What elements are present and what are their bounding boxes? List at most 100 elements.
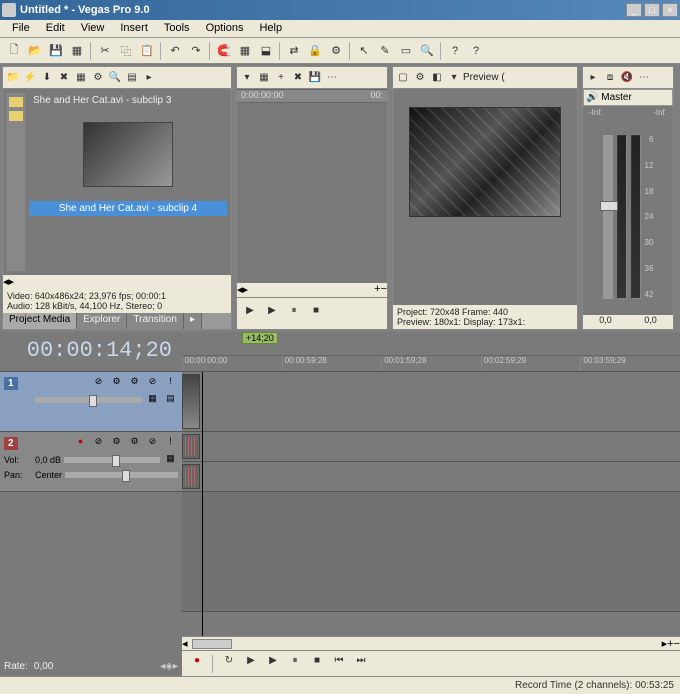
trimmer-area[interactable] (237, 103, 387, 271)
stop-button[interactable]: ■ (308, 655, 326, 673)
open-button[interactable]: 📂 (25, 41, 45, 61)
solo-button[interactable]: ! (163, 376, 178, 390)
play-button[interactable]: ▶ (241, 305, 259, 323)
scrollbar-thumb[interactable] (192, 639, 232, 649)
media-item[interactable] (29, 116, 227, 193)
bypass-fx-button[interactable]: ⊘ (91, 376, 106, 390)
go-end-button[interactable]: ⏭ (352, 655, 370, 673)
new-button[interactable]: 🗋 (4, 41, 24, 61)
copy-button[interactable]: ⿻ (116, 41, 136, 61)
normal-edit-button[interactable]: ↖ (354, 41, 374, 61)
menu-file[interactable]: File (4, 20, 38, 37)
folder-icon[interactable] (9, 97, 23, 107)
zoom-button[interactable]: 🔍 (417, 41, 437, 61)
undo-button[interactable]: ↶ (165, 41, 185, 61)
level-slider[interactable] (35, 397, 142, 403)
redo-button[interactable]: ↷ (186, 41, 206, 61)
stop-button[interactable]: ■ (307, 305, 325, 323)
video-clip[interactable] (182, 374, 200, 429)
mixer-downmix-button[interactable]: ⧈ (602, 70, 618, 86)
scroll-left-button[interactable]: ◂ (182, 637, 188, 650)
search-button[interactable]: 🔍 (107, 70, 123, 86)
views-button[interactable]: ▤ (124, 70, 140, 86)
arm-record-button[interactable]: ● (73, 436, 88, 450)
record-button[interactable]: ● (188, 655, 206, 673)
trimmer-select-button[interactable]: ▾ (239, 70, 255, 86)
cut-button[interactable]: ✂ (95, 41, 115, 61)
track-fx-button[interactable]: ⚙ (109, 436, 124, 450)
pause-button[interactable]: ⏸ (286, 655, 304, 673)
track-fx-button[interactable]: ⚙ (109, 376, 124, 390)
ripple-button[interactable]: ⇄ (284, 41, 304, 61)
audio-clip[interactable] (182, 434, 200, 459)
tab-scroll-button[interactable]: ▸ (184, 313, 202, 329)
folder-icon[interactable] (9, 111, 23, 121)
menu-tools[interactable]: Tools (156, 20, 198, 37)
automation-button[interactable]: ⚙ (127, 436, 142, 450)
maximize-button[interactable]: □ (644, 3, 660, 17)
play-start-button[interactable]: ▶ (242, 655, 260, 673)
media-item[interactable]: She and Her Cat.avi - subclip 3 (29, 93, 227, 108)
get-media-button[interactable]: ⬇ (39, 70, 55, 86)
lock-button[interactable]: 🔒 (305, 41, 325, 61)
mute-button[interactable]: ⊘ (145, 436, 160, 450)
close-button[interactable]: × (662, 3, 678, 17)
menu-edit[interactable]: Edit (38, 20, 73, 37)
menu-help[interactable]: Help (251, 20, 290, 37)
preview-external-button[interactable]: ▢ (395, 70, 411, 86)
timeline-empty-area[interactable] (182, 492, 680, 612)
marker-button[interactable]: ⬓ (256, 41, 276, 61)
menu-insert[interactable]: Insert (112, 20, 156, 37)
media-item-selected[interactable]: She and Her Cat.avi - subclip 4 (29, 201, 227, 216)
timeline-tracks[interactable] (182, 372, 680, 636)
timeline-track-video[interactable] (182, 372, 680, 432)
more-button[interactable]: ▸ (141, 70, 157, 86)
tab-explorer[interactable]: Explorer (77, 313, 127, 329)
phase-button[interactable]: ▦ (163, 453, 178, 467)
scroll-right-button[interactable]: ▸ (9, 275, 15, 289)
trimmer-more-button[interactable]: ⋯ (324, 70, 340, 86)
mixer-dim-button[interactable]: 🔇 (619, 70, 635, 86)
minimize-button[interactable]: _ (626, 3, 642, 17)
help-button[interactable]: ? (445, 41, 465, 61)
trimmer-save-button[interactable]: 💾 (307, 70, 323, 86)
trimmer-remove-button[interactable]: ✖ (290, 70, 306, 86)
remove-button[interactable]: ✖ (56, 70, 72, 86)
track-header-audio[interactable]: 2 ● ⊘ ⚙ ⚙ ⊘ ! Vol: 0,0 dB ▦ Pan: Center (0, 432, 182, 492)
capture-button[interactable]: ⚡ (22, 70, 38, 86)
vol-slider[interactable] (64, 457, 160, 463)
timeline-track-audio[interactable] (182, 462, 680, 492)
mute-button[interactable]: ⊘ (145, 376, 160, 390)
trimmer-scrollbar[interactable]: ◂ ▸ + − (237, 283, 387, 297)
automation-button[interactable]: ⚙ (127, 376, 142, 390)
about-button[interactable]: ? (466, 41, 486, 61)
track-header-video[interactable]: 1 ⊘ ⚙ ⚙ ⊘ ! ▦ ▤ (0, 372, 182, 432)
scrub-control[interactable]: ◂◈▸ (160, 661, 178, 672)
save-button[interactable]: 💾 (46, 41, 66, 61)
preview-quality-button[interactable]: ▾ (446, 70, 462, 86)
horizontal-scrollbar[interactable]: ◂ ▸ (3, 275, 231, 289)
parent-button[interactable]: ▤ (163, 393, 178, 407)
properties-button[interactable]: ▦ (73, 70, 89, 86)
pan-slider[interactable] (65, 472, 178, 478)
zoom-out-button[interactable]: − (381, 283, 387, 297)
menu-options[interactable]: Options (198, 20, 252, 37)
snap-button[interactable]: 🧲 (214, 41, 234, 61)
tab-transitions[interactable]: Transition (127, 313, 184, 329)
snap-grid-button[interactable]: ▦ (235, 41, 255, 61)
import-button[interactable]: 📁 (5, 70, 21, 86)
menu-view[interactable]: View (73, 20, 113, 37)
preview-fx-button[interactable]: ⚙ (412, 70, 428, 86)
trimmer-add-button[interactable]: + (273, 70, 289, 86)
play-start-button[interactable]: ▶ (263, 305, 281, 323)
loop-button[interactable]: ↻ (220, 655, 238, 673)
tab-project-media[interactable]: Project Media (3, 313, 77, 329)
composite-button[interactable]: ▦ (145, 393, 160, 407)
bypass-fx-button[interactable]: ⊘ (91, 436, 106, 450)
folder-tree[interactable] (7, 93, 25, 271)
media-thumbnail[interactable] (83, 122, 173, 187)
timecode-display[interactable]: 00:00:14;20 (0, 332, 182, 372)
mixer-more-button[interactable]: ⋯ (636, 70, 652, 86)
properties-button[interactable]: ▦ (67, 41, 87, 61)
timeline-scrollbar[interactable]: ◂ ▸ + − (182, 636, 680, 650)
